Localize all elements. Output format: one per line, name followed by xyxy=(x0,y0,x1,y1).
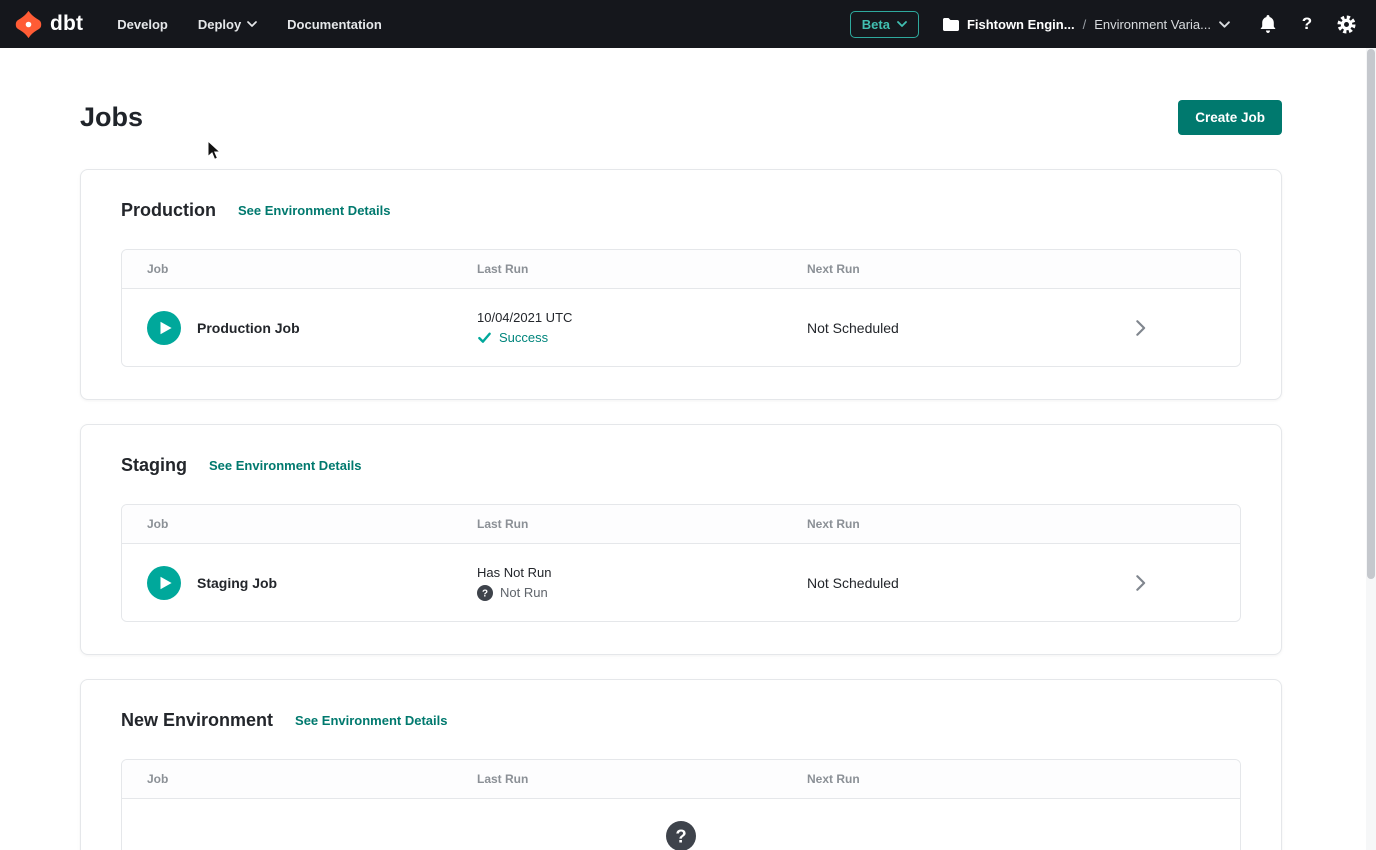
question-icon: ? xyxy=(477,585,493,601)
nav-item-label: Deploy xyxy=(198,17,241,32)
see-environment-details-link[interactable]: See Environment Details xyxy=(209,458,361,473)
dbt-logo[interactable]: dbt xyxy=(14,10,83,39)
scrollbar-thumb[interactable] xyxy=(1367,49,1375,579)
jobs-table: Job Last Run Next Run Staging xyxy=(121,504,1241,622)
jobs-table-header: Job Last Run Next Run xyxy=(122,505,1240,544)
top-nav: dbt Develop Deploy Documentation Beta Fi… xyxy=(0,0,1376,48)
beta-label: Beta xyxy=(862,17,890,32)
help-icon[interactable]: ? xyxy=(1295,12,1319,36)
svg-text:?: ? xyxy=(482,588,488,599)
column-header-next-run: Next Run xyxy=(807,772,1040,786)
chevron-down-icon xyxy=(897,21,907,27)
card-header: Staging See Environment Details xyxy=(121,455,1241,476)
column-header-job: Job xyxy=(147,517,477,531)
help-glyph: ? xyxy=(1302,14,1312,34)
run-job-button[interactable] xyxy=(147,566,181,600)
see-environment-details-link[interactable]: See Environment Details xyxy=(295,713,447,728)
job-name: Production Job xyxy=(197,320,300,336)
nav-item-label: Develop xyxy=(117,17,168,32)
job-name: Staging Job xyxy=(197,575,277,591)
beta-dropdown[interactable]: Beta xyxy=(850,11,919,38)
empty-state: ? xyxy=(122,799,1240,850)
next-run-cell: Not Scheduled xyxy=(807,575,1040,591)
jobs-table-header: Job Last Run Next Run xyxy=(122,760,1240,799)
chevron-right-icon xyxy=(1135,319,1146,337)
nav-item-deploy[interactable]: Deploy xyxy=(198,17,257,32)
see-environment-details-link[interactable]: See Environment Details xyxy=(238,203,390,218)
breadcrumb-current-label: Environment Varia... xyxy=(1094,17,1211,32)
environment-cards: Production See Environment Details Job L… xyxy=(80,169,1282,850)
last-run-cell: Has Not Run ? Not Run xyxy=(477,565,807,601)
column-header-job: Job xyxy=(147,772,477,786)
dbt-logo-icon xyxy=(14,10,43,39)
environment-name: Staging xyxy=(121,455,187,476)
check-icon xyxy=(477,330,492,345)
chevron-down-icon xyxy=(1219,21,1230,28)
jobs-table-header: Job Last Run Next Run xyxy=(122,250,1240,289)
nav-menu: Develop Deploy Documentation xyxy=(117,17,382,32)
row-chevron[interactable] xyxy=(1040,319,1240,337)
job-cell: Staging Job xyxy=(147,566,477,600)
column-header-last-run: Last Run xyxy=(477,772,807,786)
nav-item-develop[interactable]: Develop xyxy=(117,17,168,32)
bell-icon[interactable] xyxy=(1256,12,1280,36)
status-line: ? Not Run xyxy=(477,585,807,601)
column-header-next-run: Next Run xyxy=(807,262,1040,276)
jobs-table: Job Last Run Next Run ? xyxy=(121,759,1241,850)
row-chevron[interactable] xyxy=(1040,574,1240,592)
page-header: Jobs Create Job xyxy=(80,100,1282,135)
card-header: Production See Environment Details xyxy=(121,200,1241,221)
column-header-last-run: Last Run xyxy=(477,517,807,531)
next-run-cell: Not Scheduled xyxy=(807,320,1040,336)
job-cell: Production Job xyxy=(147,311,477,345)
environment-card-staging: Staging See Environment Details Job Last… xyxy=(80,424,1282,655)
svg-text:?: ? xyxy=(675,826,686,847)
scrollbar-track[interactable] xyxy=(1366,48,1376,850)
last-run-date: 10/04/2021 UTC xyxy=(477,310,807,325)
environment-name: New Environment xyxy=(121,710,273,731)
mouse-cursor xyxy=(207,140,221,166)
last-run-cell: 10/04/2021 UTC Success xyxy=(477,310,807,345)
environment-card-production: Production See Environment Details Job L… xyxy=(80,169,1282,400)
status-line: Success xyxy=(477,330,807,345)
chevron-down-icon xyxy=(247,21,257,27)
nav-icons: ? xyxy=(1256,12,1358,36)
folder-icon xyxy=(943,18,959,31)
last-run-date: Has Not Run xyxy=(477,565,807,580)
play-icon xyxy=(147,311,181,345)
status-text: Not Run xyxy=(500,585,548,600)
status-text: Success xyxy=(499,330,548,345)
question-icon: ? xyxy=(666,821,696,850)
environment-name: Production xyxy=(121,200,216,221)
breadcrumb: Fishtown Engin... / Environment Varia... xyxy=(943,17,1230,32)
column-header-last-run: Last Run xyxy=(477,262,807,276)
breadcrumb-project[interactable]: Fishtown Engin... xyxy=(967,17,1075,32)
jobs-table: Job Last Run Next Run Producti xyxy=(121,249,1241,367)
chevron-right-icon xyxy=(1135,574,1146,592)
column-header-next-run: Next Run xyxy=(807,517,1040,531)
job-row-production-job[interactable]: Production Job 10/04/2021 UTC Success No… xyxy=(122,289,1240,366)
page-title: Jobs xyxy=(80,102,143,133)
card-header: New Environment See Environment Details xyxy=(121,710,1241,731)
nav-item-label: Documentation xyxy=(287,17,382,32)
environment-card-new-environment: New Environment See Environment Details … xyxy=(80,679,1282,850)
brand-text: dbt xyxy=(50,12,83,36)
column-header-job: Job xyxy=(147,262,477,276)
nav-item-documentation[interactable]: Documentation xyxy=(287,17,382,32)
create-job-button[interactable]: Create Job xyxy=(1178,100,1282,135)
gear-icon[interactable] xyxy=(1334,12,1358,36)
run-job-button[interactable] xyxy=(147,311,181,345)
nav-right: Beta Fishtown Engin... / Environment Var… xyxy=(850,11,1358,38)
breadcrumb-current[interactable]: Environment Varia... xyxy=(1094,17,1230,32)
job-row-staging-job[interactable]: Staging Job Has Not Run ? Not Run xyxy=(122,544,1240,621)
play-icon xyxy=(147,566,181,600)
breadcrumb-separator: / xyxy=(1083,17,1087,32)
